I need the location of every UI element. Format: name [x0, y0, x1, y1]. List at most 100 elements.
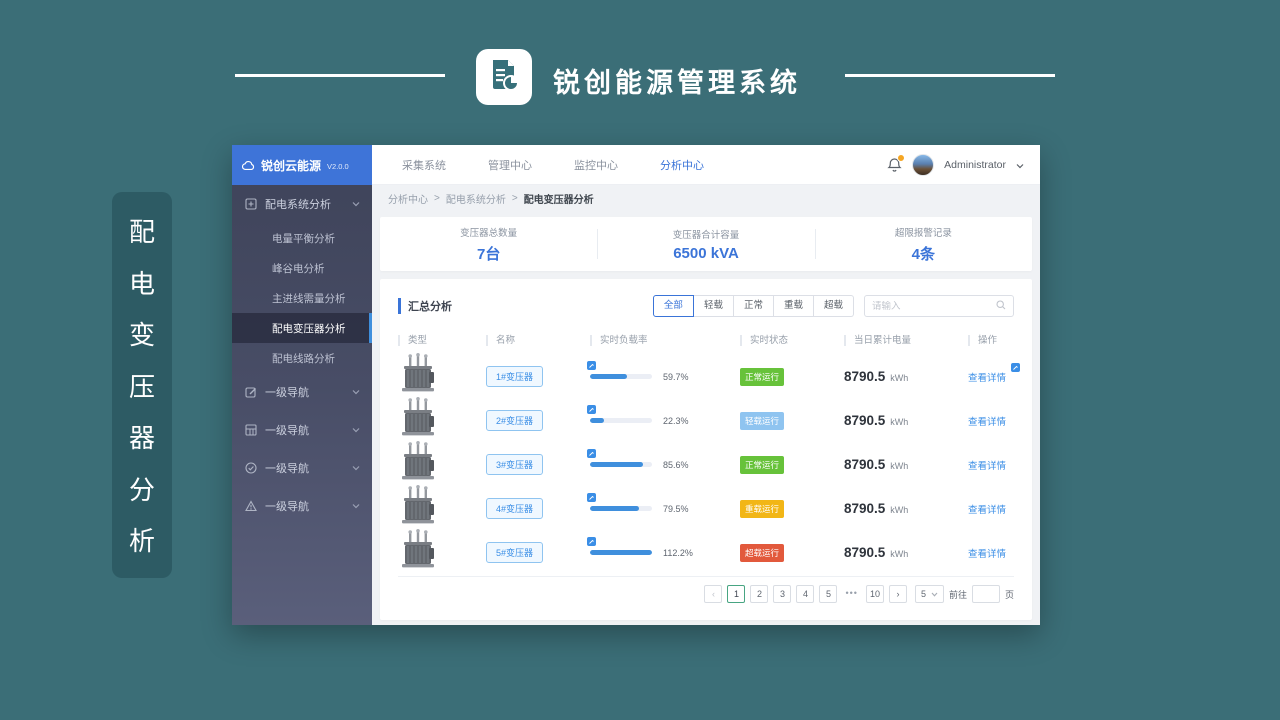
load-rate: 79.5%: [590, 504, 740, 514]
notification-badge: [897, 153, 906, 162]
status-badge: 重载运行: [740, 500, 785, 518]
table-row: 5#变压器 112.2% 超载运行 8790.5 kWh 查看详情: [398, 529, 1014, 573]
summary-panel: 汇总分析 全部 轻载 正常 重载 超载 请输入 类型 名称 实时负载率 实时状态…: [380, 279, 1032, 620]
chevron-down-icon: [352, 389, 360, 395]
view-details-link[interactable]: 查看详情: [968, 505, 1006, 516]
sidebar-group-nav-4[interactable]: 一级导航: [232, 487, 372, 525]
sidebar-item-transformer-analysis[interactable]: 配电变压器分析: [232, 313, 372, 343]
sidebar-group-nav-1[interactable]: 一级导航: [232, 373, 372, 411]
main-area: 采集系统 管理中心 监控中心 分析中心 Administrator 分析中心 >…: [372, 145, 1040, 625]
load-rate: 59.7%: [590, 372, 740, 382]
edit-square-icon: [244, 386, 257, 399]
page-size-select[interactable]: 5: [914, 585, 944, 603]
stats-card: 变压器总数量 7台 变压器合计容量 6500 kVA 超限报警记录 4条: [380, 217, 1032, 271]
breadcrumb: 分析中心 > 配电系统分析 > 配电变压器分析: [372, 185, 1040, 211]
pagination-next-button[interactable]: ›: [888, 585, 907, 603]
edit-badge-icon: [1011, 362, 1020, 372]
goto-page-input[interactable]: [971, 585, 1000, 603]
transformer-image: [398, 397, 486, 444]
view-details-link[interactable]: 查看详情: [968, 373, 1006, 384]
filter-all[interactable]: 全部: [652, 295, 694, 317]
transformer-name-button[interactable]: 2#变压器: [486, 410, 544, 431]
breadcrumb-distribution-analysis[interactable]: 配电系统分析: [446, 191, 506, 206]
table-row: 4#变压器 79.5% 重载运行 8790.5 kWh 查看详情: [398, 485, 1014, 529]
topbar: 采集系统 管理中心 监控中心 分析中心 Administrator: [372, 145, 1040, 185]
notification-bell-icon[interactable]: [887, 153, 906, 173]
grid-icon: [244, 424, 257, 437]
sidebar-item-main-line-demand[interactable]: 主进线需量分析: [232, 283, 372, 313]
chevron-down-icon: [352, 465, 360, 471]
sidebar-group-label: 一级导航: [265, 425, 309, 437]
sidebar-group-label: 一级导航: [265, 463, 309, 475]
pagination-page-3[interactable]: 3: [773, 585, 792, 603]
nav-collect-system[interactable]: 采集系统: [402, 157, 446, 173]
edit-badge-icon: [587, 537, 596, 546]
filter-heavy-load[interactable]: 重载: [773, 295, 814, 317]
view-details-link[interactable]: 查看详情: [968, 417, 1006, 428]
load-rate: 22.3%: [590, 416, 740, 426]
filter-light-load[interactable]: 轻载: [693, 295, 734, 317]
sidebar-item-energy-balance[interactable]: 电量平衡分析: [232, 223, 372, 253]
table-row: 3#变压器 85.6% 正常运行 8790.5 kWh 查看详情: [398, 441, 1014, 485]
sidebar-group-distribution-analysis[interactable]: 配电系统分析: [232, 185, 372, 223]
sidebar-item-peak-valley[interactable]: 峰谷电分析: [232, 253, 372, 283]
sidebar-group-nav-2[interactable]: 一级导航: [232, 411, 372, 449]
stat-alarm-records: 超限报警记录 4条: [814, 217, 1032, 271]
transformer-name-button[interactable]: 4#变压器: [486, 498, 544, 519]
sidebar: 锐创云能源 V2.0.0 配电系统分析 电量平衡分析 峰谷电分析 主进线需量分析…: [232, 145, 372, 625]
pagination: ‹ 1 2 3 4 5 ••• 10 › 5 前往 页: [398, 577, 1014, 611]
sidebar-logo: 锐创云能源 V2.0.0: [232, 145, 372, 185]
table-row: 2#变压器 22.3% 轻载运行 8790.5 kWh 查看详情: [398, 397, 1014, 441]
edit-badge-icon: [587, 361, 596, 370]
app-version: V2.0.0: [327, 162, 349, 171]
topbar-right: Administrator: [887, 153, 1024, 176]
transformer-image: [398, 353, 486, 400]
status-badge: 超载运行: [740, 544, 785, 562]
breadcrumb-separator: >: [434, 192, 440, 204]
check-circle-icon: [244, 462, 257, 475]
pagination-page-10[interactable]: 10: [865, 585, 884, 603]
pagination-page-1[interactable]: 1: [727, 585, 746, 603]
breadcrumb-analysis-center[interactable]: 分析中心: [388, 191, 428, 206]
nav-monitor-center[interactable]: 监控中心: [574, 157, 618, 173]
transformer-image: [398, 441, 486, 488]
sidebar-group-nav-3[interactable]: 一级导航: [232, 449, 372, 487]
daily-energy: 8790.5 kWh: [844, 368, 909, 384]
brand-logo: [476, 49, 532, 105]
page-title: 锐创能源管理系统: [553, 68, 801, 98]
avatar[interactable]: [912, 153, 935, 176]
daily-energy: 8790.5 kWh: [844, 500, 909, 516]
filter-overload[interactable]: 超载: [813, 295, 854, 317]
pagination-page-2[interactable]: 2: [750, 585, 769, 603]
sidebar-group-label: 一级导航: [265, 387, 309, 399]
stat-total-capacity: 变压器合计容量 6500 kVA: [597, 217, 814, 271]
sidebar-item-line-analysis[interactable]: 配电线路分析: [232, 343, 372, 373]
pagination-prev-button[interactable]: ‹: [704, 585, 723, 603]
search-input[interactable]: [872, 300, 996, 312]
status-badge: 轻载运行: [740, 412, 785, 430]
panel-title: 汇总分析: [398, 298, 452, 314]
transformer-name-button[interactable]: 1#变压器: [486, 366, 544, 387]
pagination-page-5[interactable]: 5: [819, 585, 838, 603]
load-rate: 85.6%: [590, 460, 740, 470]
breadcrumb-current-page: 配电变压器分析: [523, 194, 594, 206]
pagination-page-4[interactable]: 4: [796, 585, 815, 603]
load-rate: 112.2%: [590, 548, 740, 558]
sidebar-group-label: 一级导航: [265, 501, 309, 513]
status-badge: 正常运行: [740, 456, 785, 474]
view-details-link[interactable]: 查看详情: [968, 549, 1006, 560]
search-icon[interactable]: [996, 297, 1006, 315]
content: 变压器总数量 7台 变压器合计容量 6500 kVA 超限报警记录 4条 汇总分…: [372, 211, 1040, 625]
nav-management-center[interactable]: 管理中心: [488, 157, 532, 173]
view-details-link[interactable]: 查看详情: [968, 461, 1006, 472]
panel-head: 汇总分析 全部 轻载 正常 重载 超载: [398, 291, 1014, 321]
decorative-line-left: [235, 74, 445, 77]
nav-analysis-center[interactable]: 分析中心: [660, 157, 704, 173]
grid-plus-icon: [244, 198, 257, 211]
transformer-name-button[interactable]: 3#变压器: [486, 454, 544, 475]
transformer-name-button[interactable]: 5#变压器: [486, 542, 544, 563]
cloud-icon: [242, 159, 255, 172]
pagination-ellipsis: •••: [842, 585, 861, 603]
caret-down-icon[interactable]: [1016, 156, 1024, 174]
filter-normal[interactable]: 正常: [733, 295, 774, 317]
